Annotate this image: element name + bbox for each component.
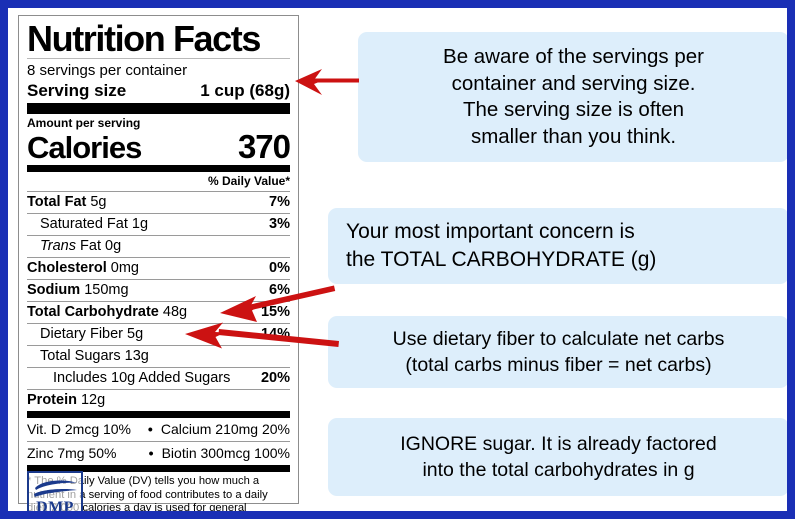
nutrient-daily-value: 20% bbox=[260, 370, 290, 386]
nutrient-name: Trans Fat 0g bbox=[40, 238, 122, 254]
nutrient-row: Trans Fat 0g bbox=[27, 236, 290, 257]
vitamin-right: Biotin 300mcg 100% bbox=[161, 445, 290, 461]
nutrient-daily-value: 7% bbox=[269, 194, 290, 210]
callout-line: container and serving size. bbox=[451, 71, 696, 95]
nutrition-facts-title: Nutrition Facts bbox=[27, 18, 261, 59]
nutrient-name: Total Fat 5g bbox=[27, 194, 107, 210]
nutrient-daily-value: 15% bbox=[260, 304, 290, 320]
nutrient-daily-value: 0% bbox=[269, 260, 290, 276]
callout-line: into the total carbohydrates in g bbox=[422, 459, 695, 481]
callout-line: Your most important concern is bbox=[346, 220, 635, 243]
nutrition-facts-label: Nutrition Facts 8 servings per container… bbox=[18, 15, 299, 511]
calories-label: Calories bbox=[27, 130, 142, 165]
servings-per-container: 8 servings per container bbox=[27, 62, 188, 79]
serving-size-row: Serving size 1 cup (68g) bbox=[27, 81, 290, 103]
vitamin-right: Calcium 210mg 20% bbox=[160, 421, 290, 437]
infographic-canvas: Nutrition Facts 8 servings per container… bbox=[8, 8, 787, 511]
callout-line: The serving size is often bbox=[462, 98, 685, 121]
callout-total-carbohydrate: Your most important concern is the TOTAL … bbox=[328, 208, 787, 284]
nutrient-name: Sodium 150mg bbox=[27, 282, 129, 298]
infographic-frame: Nutrition Facts 8 servings per container… bbox=[0, 0, 795, 519]
nutrient-daily-value: 6% bbox=[269, 282, 290, 298]
vitamin-row-list: Vit. D 2mcg 10% • Calcium 210mg 20% Zinc 7m… bbox=[27, 418, 290, 465]
nutrient-row: Cholesterol 0mg 0% bbox=[27, 258, 290, 279]
nutrient-row: Dietary Fiber 5g 14% bbox=[27, 324, 290, 345]
nutrient-row: Includes 10g Added Sugars 20% bbox=[27, 368, 290, 389]
callout-ignore-sugar: IGNORE sugar. It is already factored into… bbox=[328, 418, 787, 496]
nutrient-name: Total Carbohydrate 48g bbox=[27, 304, 188, 320]
nutrient-row-list: Total Fat 5g 7% Saturated Fat 1g 3% Trans Fa… bbox=[27, 192, 290, 411]
callout-line: Use dietary fiber to calculate net carbs bbox=[392, 328, 725, 350]
vitamin-row: Vit. D 2mcg 10% • Calcium 210mg 20% bbox=[27, 418, 290, 441]
calories-row: Calories 370 bbox=[27, 128, 291, 165]
nutrient-name: Includes 10g Added Sugars bbox=[53, 370, 231, 386]
nutrient-row: Sodium 150mg 6% bbox=[27, 280, 290, 301]
vitamin-left: Vit. D 2mcg 10% bbox=[27, 421, 132, 437]
serving-size-label: Serving size bbox=[27, 81, 127, 100]
nutrient-row: Total Carbohydrate 48g 15% bbox=[27, 302, 290, 323]
trademark-symbol: ™ bbox=[83, 508, 91, 517]
nutrient-row: Saturated Fat 1g 3% bbox=[27, 214, 290, 235]
thick-divider-top bbox=[27, 103, 290, 114]
nutrient-name: Saturated Fat 1g bbox=[40, 216, 149, 232]
vitamin-separator-dot: • bbox=[147, 421, 153, 437]
swoosh-icon bbox=[34, 480, 77, 497]
nutrient-name: Protein 12g bbox=[27, 392, 106, 408]
callout-servings: Be aware of the servings per container an… bbox=[358, 32, 787, 162]
vitamin-row: Zinc 7mg 50% • Biotin 300mcg 100% bbox=[27, 442, 290, 465]
vitamin-separator-dot: • bbox=[148, 445, 154, 461]
nutrient-name: Cholesterol 0mg bbox=[27, 260, 140, 276]
serving-size-value: 1 cup (68g) bbox=[200, 81, 290, 100]
nutrient-row: Total Sugars 13g bbox=[27, 346, 290, 367]
nutrient-name: Total Sugars 13g bbox=[40, 348, 149, 364]
callout-line: (total carbs minus fiber = net carbs) bbox=[405, 354, 712, 376]
vitamin-left: Zinc 7mg 50% bbox=[27, 445, 117, 461]
callout-line: IGNORE sugar. It is already factored bbox=[400, 433, 717, 455]
nutrient-row: Protein 12g bbox=[27, 390, 290, 411]
callout-dietary-fiber: Use dietary fiber to calculate net carbs… bbox=[328, 316, 787, 388]
dmp-logo-text: DMP bbox=[36, 499, 74, 516]
callout-line: the TOTAL CARBOHYDRATE (g) bbox=[346, 248, 657, 271]
arrow-to-serving-size bbox=[295, 69, 359, 95]
callout-line: smaller than you think. bbox=[470, 124, 677, 148]
nutrient-daily-value: 14% bbox=[260, 326, 290, 342]
thick-divider-under-protein bbox=[27, 411, 290, 418]
callout-line: Be aware of the servings per bbox=[443, 45, 704, 68]
thick-divider-under-calories bbox=[27, 165, 290, 172]
nutrient-name: Dietary Fiber 5g bbox=[40, 326, 144, 342]
nutrient-daily-value: 3% bbox=[269, 216, 290, 232]
daily-value-header: % Daily Value* bbox=[207, 174, 290, 188]
dmp-logo-watermark: DMP bbox=[27, 471, 83, 516]
nutrient-row: Total Fat 5g 7% bbox=[27, 192, 290, 213]
calories-value: 370 bbox=[237, 128, 291, 165]
